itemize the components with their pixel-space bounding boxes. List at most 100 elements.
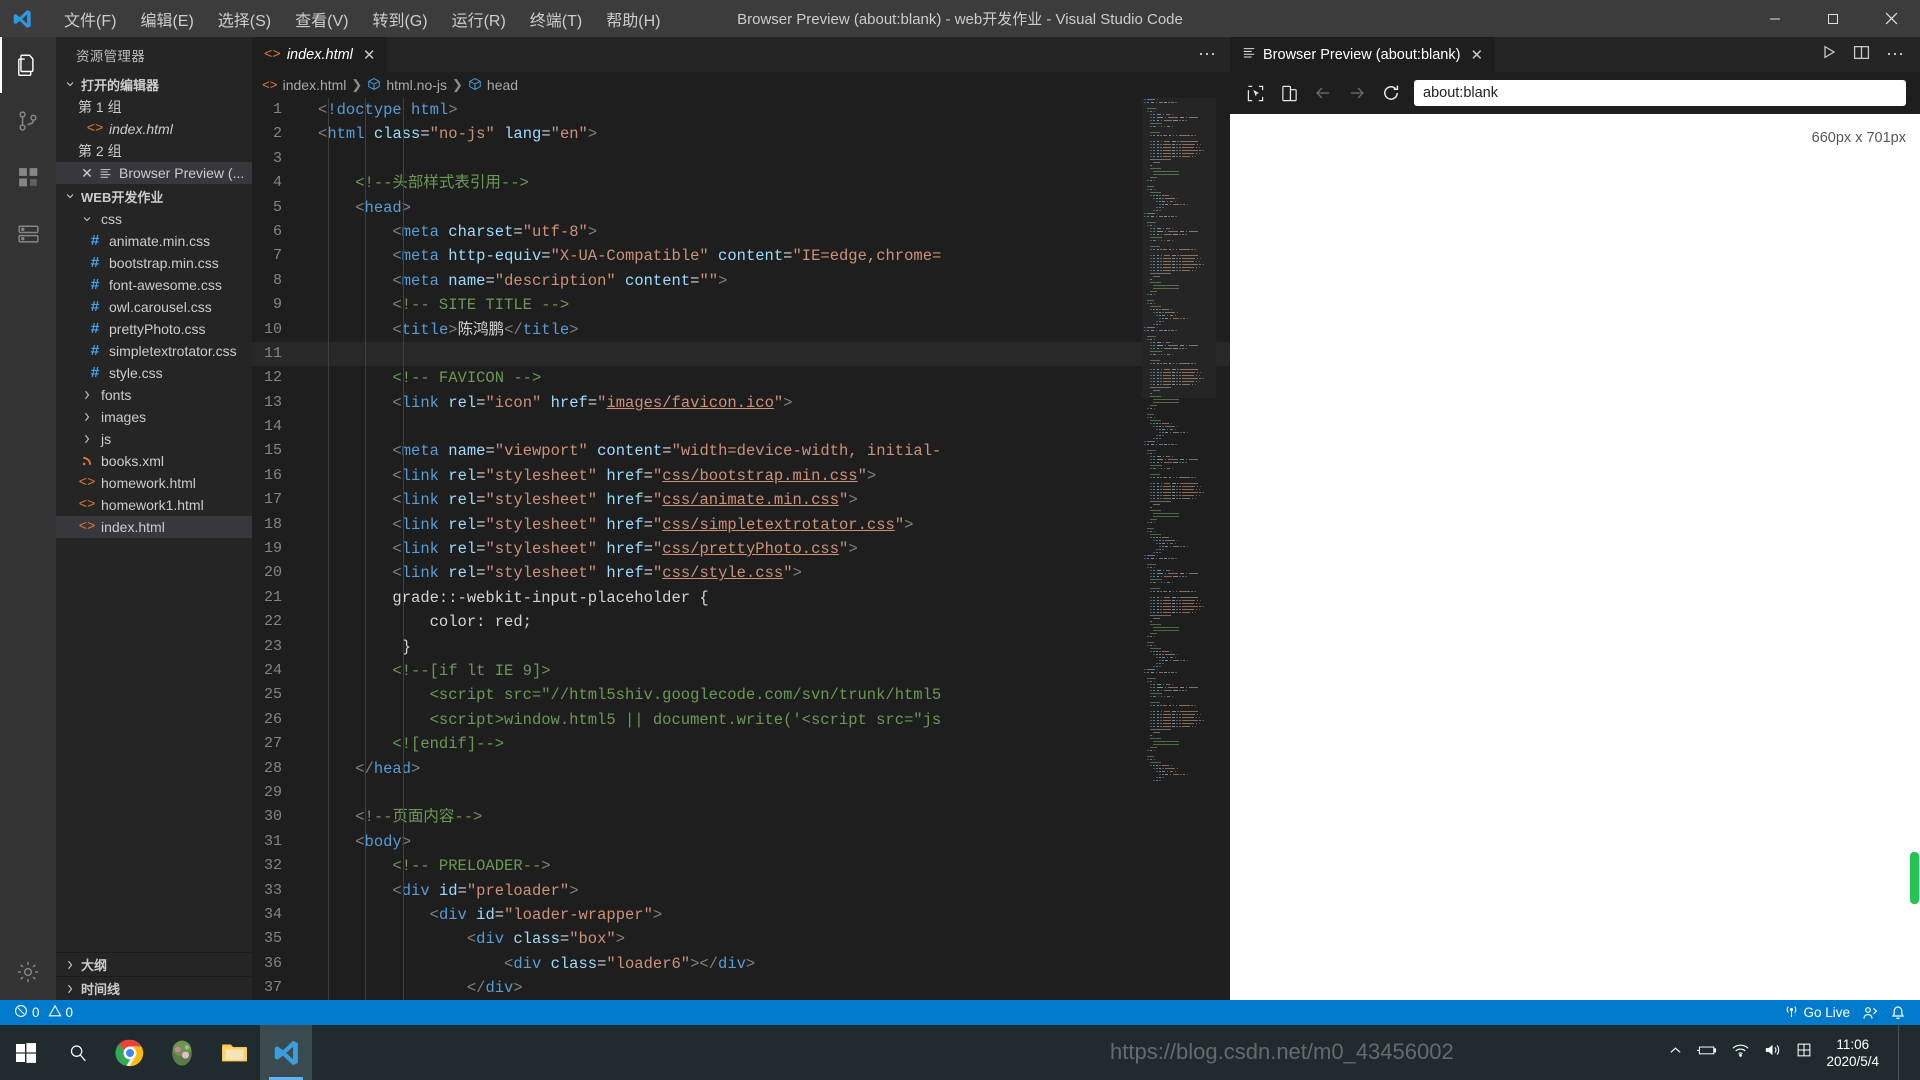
minimap-slider[interactable] xyxy=(1142,98,1216,398)
file-style-css[interactable]: # style.css xyxy=(56,362,252,384)
status-notifications-bell-icon[interactable] xyxy=(1884,1000,1912,1025)
more-icon[interactable]: ⋯ xyxy=(1886,44,1904,65)
taskbar-photos-icon[interactable] xyxy=(156,1025,208,1080)
taskbar-clock[interactable]: 11:06 2020/5/4 xyxy=(1826,1036,1885,1070)
breadcrumb-head-symbol[interactable]: head xyxy=(468,77,518,94)
editor-group-2[interactable]: 第 2 组 xyxy=(56,140,252,162)
menu-terminal[interactable]: 终端(T) xyxy=(518,3,594,35)
broadcast-icon xyxy=(1784,1004,1799,1022)
code-text: <link rel="stylesheet" href="css/style.c… xyxy=(392,564,802,583)
menu-help[interactable]: 帮助(H) xyxy=(594,3,672,35)
code-text: <![endif]--> xyxy=(392,735,505,754)
folder-css[interactable]: css xyxy=(56,208,252,230)
file-index-html[interactable]: <> index.html xyxy=(56,516,252,538)
editor-more-actions[interactable]: ⋯ xyxy=(1198,37,1230,72)
status-problems[interactable]: 0 0 xyxy=(8,1000,79,1025)
section-timeline[interactable]: 时间线 xyxy=(56,976,252,1000)
file-prettyphoto-css[interactable]: # prettyPhoto.css xyxy=(56,318,252,340)
css-file-icon: # xyxy=(90,364,100,382)
tray-ime-icon[interactable] xyxy=(1795,1041,1813,1064)
tab-index-html[interactable]: <> index.html ✕ xyxy=(252,37,388,72)
file-style-css-label: style.css xyxy=(109,365,163,381)
minimap[interactable] xyxy=(1142,98,1216,1000)
taskbar-search-icon[interactable] xyxy=(52,1025,104,1080)
tray-volume-icon[interactable] xyxy=(1763,1042,1782,1063)
file-homework1-html[interactable]: <> homework1.html xyxy=(56,494,252,516)
folder-images[interactable]: images xyxy=(56,406,252,428)
tray-wifi-icon[interactable] xyxy=(1731,1042,1750,1063)
code-line: 34 <div id="loader-wrapper"> xyxy=(252,903,1230,927)
menu-file[interactable]: 文件(F) xyxy=(52,3,128,35)
code-text: <!-- FAVICON --> xyxy=(392,369,542,388)
url-input[interactable]: about:blank xyxy=(1414,80,1906,106)
activity-settings-gear-icon[interactable] xyxy=(0,944,56,1000)
file-homework1-html-label: homework1.html xyxy=(101,497,204,513)
line-number: 8 xyxy=(272,271,282,289)
breadcrumb-html-symbol-label: html.no-js xyxy=(386,77,448,93)
show-desktop-button[interactable] xyxy=(1898,1025,1910,1080)
close-button[interactable] xyxy=(1862,0,1920,37)
css-file-icon: # xyxy=(90,276,100,294)
device-toggle-icon[interactable] xyxy=(1278,82,1300,104)
forward-icon[interactable] xyxy=(1346,82,1368,104)
editor-group-1[interactable]: 第 1 组 xyxy=(56,96,252,118)
taskbar-file-explorer-icon[interactable] xyxy=(208,1025,260,1080)
activity-remote-explorer-icon[interactable] xyxy=(0,205,56,261)
tab-close-icon[interactable]: ✕ xyxy=(363,46,376,64)
file-animate-min-css[interactable]: # animate.min.css xyxy=(56,230,252,252)
folder-js[interactable]: js xyxy=(56,428,252,450)
file-owl-carousel-css[interactable]: # owl.carousel.css xyxy=(56,296,252,318)
taskbar-chrome-icon[interactable] xyxy=(104,1025,156,1080)
activity-extensions-icon[interactable] xyxy=(0,149,56,205)
preview-scrollbar-thumb[interactable] xyxy=(1910,852,1919,904)
section-open-editors[interactable]: 打开的编辑器 xyxy=(56,72,252,96)
status-go-live[interactable]: Go Live xyxy=(1778,1000,1856,1025)
section-outline[interactable]: 大纲 xyxy=(56,952,252,976)
tray-battery-icon[interactable] xyxy=(1696,1042,1718,1063)
file-homework-html[interactable]: <> homework.html xyxy=(56,472,252,494)
menu-edit[interactable]: 编辑(E) xyxy=(128,3,205,35)
editor-scrollbar[interactable] xyxy=(1216,98,1230,1000)
activity-source-control-icon[interactable] xyxy=(0,93,56,149)
tab-browser-preview[interactable]: Browser Preview (about:blank) ✕ xyxy=(1230,37,1496,72)
activity-explorer-icon[interactable] xyxy=(0,37,56,93)
menu-selection[interactable]: 选择(S) xyxy=(206,3,283,35)
code-text: <div class="box"> xyxy=(466,930,626,949)
html-file-icon: <> xyxy=(78,519,96,535)
run-icon[interactable] xyxy=(1821,44,1837,65)
back-icon[interactable] xyxy=(1312,82,1334,104)
line-number: 18 xyxy=(263,515,282,533)
line-number: 30 xyxy=(263,808,282,826)
close-icon[interactable]: ✕ xyxy=(78,165,96,182)
open-editor-browser-preview[interactable]: ✕ Browser Preview (... xyxy=(56,162,252,184)
start-button[interactable] xyxy=(0,1025,52,1080)
menu-view[interactable]: 查看(V) xyxy=(283,3,360,35)
menu-go[interactable]: 转到(G) xyxy=(360,3,439,35)
code-text: <div id="preloader"> xyxy=(392,881,579,900)
tray-chevron-up-icon[interactable] xyxy=(1668,1043,1683,1063)
folder-fonts[interactable]: fonts xyxy=(56,384,252,406)
menu-bar[interactable]: 文件(F) 编辑(E) 选择(S) 查看(V) 转到(G) 运行(R) 终端(T… xyxy=(52,3,672,35)
breadcrumb-file[interactable]: <> index.html xyxy=(262,77,346,93)
split-editor-icon[interactable] xyxy=(1853,44,1870,66)
taskbar-vscode-icon[interactable] xyxy=(260,1025,312,1080)
section-workspace[interactable]: WEB开发作业 xyxy=(56,184,252,208)
file-bootstrap-min-css[interactable]: # bootstrap.min.css xyxy=(56,252,252,274)
preview-viewport[interactable]: 660px x 701px xyxy=(1230,114,1920,1000)
file-books-xml[interactable]: books.xml xyxy=(56,450,252,472)
status-feedback-icon[interactable] xyxy=(1856,1000,1884,1025)
open-editor-browser-preview-label: Browser Preview (... xyxy=(119,165,245,181)
open-editor-index-html[interactable]: <> index.html xyxy=(56,118,252,140)
minimize-button[interactable] xyxy=(1746,0,1804,37)
menu-run[interactable]: 运行(R) xyxy=(440,3,518,35)
file-font-awesome-css[interactable]: # font-awesome.css xyxy=(56,274,252,296)
vscode-window: 文件(F) 编辑(E) 选择(S) 查看(V) 转到(G) 运行(R) 终端(T… xyxy=(0,0,1920,1080)
preview-tab-close-icon[interactable]: ✕ xyxy=(1470,46,1483,64)
code-editor[interactable]: 1 <!doctype html> 2 <html class="no-js" lan… xyxy=(252,98,1230,1000)
reload-icon[interactable] xyxy=(1380,82,1402,104)
maximize-button[interactable] xyxy=(1804,0,1862,37)
breadcrumb-html-symbol[interactable]: html.no-js xyxy=(367,77,447,94)
file-simpletextrotator-css[interactable]: # simpletextrotator.css xyxy=(56,340,252,362)
code-text: <script>window.html5 || document.write('… xyxy=(429,710,942,729)
cursor-select-icon[interactable] xyxy=(1244,82,1266,104)
